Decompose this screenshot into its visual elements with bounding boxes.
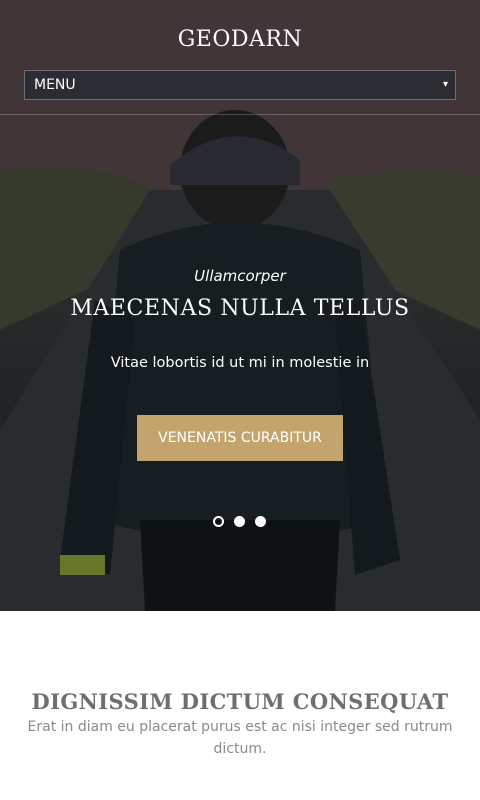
- slider-dots: [213, 516, 273, 528]
- site-header: GEODARN MENU ▾: [0, 0, 480, 115]
- slide-heading: MAECENAS NULLA TELLUS: [70, 296, 410, 321]
- cta-button[interactable]: VENENATIS CURABITUR: [137, 415, 343, 461]
- section-description: Erat in diam eu placerat purus est ac ni…: [27, 719, 453, 757]
- site-title[interactable]: GEODARN: [0, 27, 480, 52]
- slide-description: Vitae lobortis id ut mi in molestie in: [110, 355, 370, 371]
- slider-dot-1[interactable]: [213, 516, 224, 527]
- slider-dot-2[interactable]: [234, 516, 245, 527]
- menu-label: MENU: [34, 77, 76, 93]
- chevron-down-icon: ▾: [442, 79, 448, 90]
- slide-eyebrow: Ullamcorper: [194, 267, 286, 285]
- section-heading: DIGNISSIM DICTUM CONSEQUAT: [31, 689, 449, 714]
- slider-dot-3[interactable]: [255, 516, 266, 527]
- hero-slider: GEODARN MENU ▾ Ullamcorper MAECENAS NULL…: [0, 0, 480, 611]
- menu-dropdown[interactable]: MENU ▾: [24, 70, 456, 100]
